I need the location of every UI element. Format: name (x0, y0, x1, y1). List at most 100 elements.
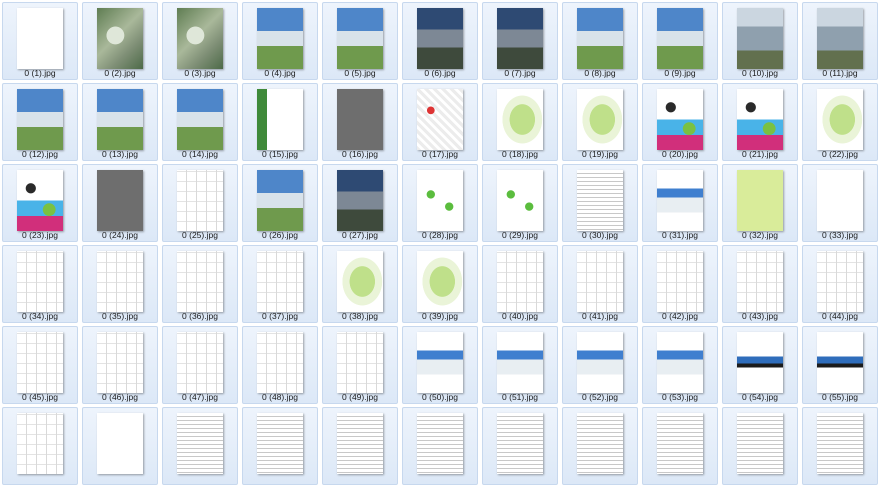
file-item[interactable]: 0 (45).jpg (2, 326, 78, 404)
file-name: 0 (12).jpg (22, 149, 58, 159)
file-item[interactable]: 0 (24).jpg (82, 164, 158, 242)
file-item[interactable] (162, 407, 238, 485)
file-thumbnail (17, 251, 63, 312)
file-item[interactable]: 0 (44).jpg (802, 245, 878, 323)
file-name: 0 (37).jpg (262, 311, 298, 321)
file-item[interactable]: 0 (27).jpg (322, 164, 398, 242)
file-name: 0 (31).jpg (662, 230, 698, 240)
file-name: 0 (44).jpg (822, 311, 858, 321)
file-item[interactable]: 0 (2).jpg (82, 2, 158, 80)
file-item[interactable]: 0 (43).jpg (722, 245, 798, 323)
file-item[interactable]: 0 (38).jpg (322, 245, 398, 323)
file-item[interactable]: 0 (20).jpg (642, 83, 718, 161)
file-item[interactable]: 0 (4).jpg (242, 2, 318, 80)
file-item[interactable]: 0 (49).jpg (322, 326, 398, 404)
file-item[interactable] (82, 407, 158, 485)
file-name: 0 (40).jpg (502, 311, 538, 321)
file-item[interactable]: 0 (31).jpg (642, 164, 718, 242)
file-item[interactable]: 0 (5).jpg (322, 2, 398, 80)
file-item[interactable]: 0 (17).jpg (402, 83, 478, 161)
file-name: 0 (54).jpg (742, 392, 778, 402)
file-item[interactable]: 0 (13).jpg (82, 83, 158, 161)
file-thumbnail (497, 170, 543, 231)
file-item[interactable]: 0 (7).jpg (482, 2, 558, 80)
file-item[interactable]: 0 (21).jpg (722, 83, 798, 161)
file-item[interactable]: 0 (54).jpg (722, 326, 798, 404)
file-item[interactable]: 0 (25).jpg (162, 164, 238, 242)
file-item[interactable]: 0 (29).jpg (482, 164, 558, 242)
file-item[interactable]: 0 (11).jpg (802, 2, 878, 80)
file-thumbnail (97, 332, 143, 393)
file-item[interactable]: 0 (53).jpg (642, 326, 718, 404)
file-name: 0 (4).jpg (264, 68, 296, 78)
file-item[interactable]: 0 (55).jpg (802, 326, 878, 404)
file-item[interactable]: 0 (1).jpg (2, 2, 78, 80)
file-item[interactable] (2, 407, 78, 485)
file-name: 0 (51).jpg (502, 392, 538, 402)
file-item[interactable]: 0 (23).jpg (2, 164, 78, 242)
file-name: 0 (23).jpg (22, 230, 58, 240)
file-item[interactable]: 0 (12).jpg (2, 83, 78, 161)
file-item[interactable]: 0 (37).jpg (242, 245, 318, 323)
file-item[interactable]: 0 (14).jpg (162, 83, 238, 161)
file-item[interactable]: 0 (47).jpg (162, 326, 238, 404)
file-item[interactable]: 0 (34).jpg (2, 245, 78, 323)
file-thumbnail (337, 251, 383, 312)
file-name: 0 (20).jpg (662, 149, 698, 159)
file-thumbnail (657, 251, 703, 312)
file-item[interactable]: 0 (36).jpg (162, 245, 238, 323)
file-item[interactable] (802, 407, 878, 485)
file-name: 0 (11).jpg (822, 68, 858, 78)
file-item[interactable]: 0 (3).jpg (162, 2, 238, 80)
file-item[interactable]: 0 (39).jpg (402, 245, 478, 323)
file-item[interactable]: 0 (42).jpg (642, 245, 718, 323)
file-item[interactable]: 0 (52).jpg (562, 326, 638, 404)
file-item[interactable]: 0 (48).jpg (242, 326, 318, 404)
file-thumbnail (17, 170, 63, 231)
file-item[interactable]: 0 (50).jpg (402, 326, 478, 404)
file-item[interactable]: 0 (9).jpg (642, 2, 718, 80)
file-item[interactable] (242, 407, 318, 485)
file-thumbnail (497, 89, 543, 150)
file-item[interactable]: 0 (8).jpg (562, 2, 638, 80)
file-item[interactable]: 0 (40).jpg (482, 245, 558, 323)
file-name: 0 (10).jpg (742, 68, 778, 78)
file-item[interactable] (562, 407, 638, 485)
file-item[interactable]: 0 (10).jpg (722, 2, 798, 80)
file-item[interactable]: 0 (19).jpg (562, 83, 638, 161)
file-item[interactable] (482, 407, 558, 485)
file-item[interactable]: 0 (33).jpg (802, 164, 878, 242)
file-item[interactable]: 0 (22).jpg (802, 83, 878, 161)
file-item[interactable]: 0 (46).jpg (82, 326, 158, 404)
file-item[interactable]: 0 (16).jpg (322, 83, 398, 161)
file-thumbnail (97, 413, 143, 474)
file-item[interactable]: 0 (30).jpg (562, 164, 638, 242)
file-thumbnail (257, 413, 303, 474)
file-thumbnail-grid: 0 (1).jpg 0 (2).jpg 0 (3).jpg 0 (4).jpg 0 (5… (0, 0, 880, 485)
file-item[interactable]: 0 (18).jpg (482, 83, 558, 161)
file-thumbnail (737, 413, 783, 474)
file-name: 0 (32).jpg (742, 230, 778, 240)
file-item[interactable] (722, 407, 798, 485)
file-item[interactable]: 0 (32).jpg (722, 164, 798, 242)
file-thumbnail (577, 89, 623, 150)
file-name: 0 (30).jpg (582, 230, 618, 240)
file-name: 0 (43).jpg (742, 311, 778, 321)
file-item[interactable]: 0 (28).jpg (402, 164, 478, 242)
file-item[interactable] (402, 407, 478, 485)
file-name: 0 (6).jpg (424, 68, 456, 78)
file-item[interactable] (642, 407, 718, 485)
file-name: 0 (22).jpg (822, 149, 858, 159)
file-thumbnail (497, 413, 543, 474)
file-item[interactable] (322, 407, 398, 485)
file-item[interactable]: 0 (51).jpg (482, 326, 558, 404)
file-item[interactable]: 0 (41).jpg (562, 245, 638, 323)
file-thumbnail (177, 251, 223, 312)
file-item[interactable]: 0 (15).jpg (242, 83, 318, 161)
file-item[interactable]: 0 (35).jpg (82, 245, 158, 323)
file-thumbnail (257, 8, 303, 69)
file-name: 0 (45).jpg (22, 392, 58, 402)
file-item[interactable]: 0 (6).jpg (402, 2, 478, 80)
file-thumbnail (657, 89, 703, 150)
file-item[interactable]: 0 (26).jpg (242, 164, 318, 242)
